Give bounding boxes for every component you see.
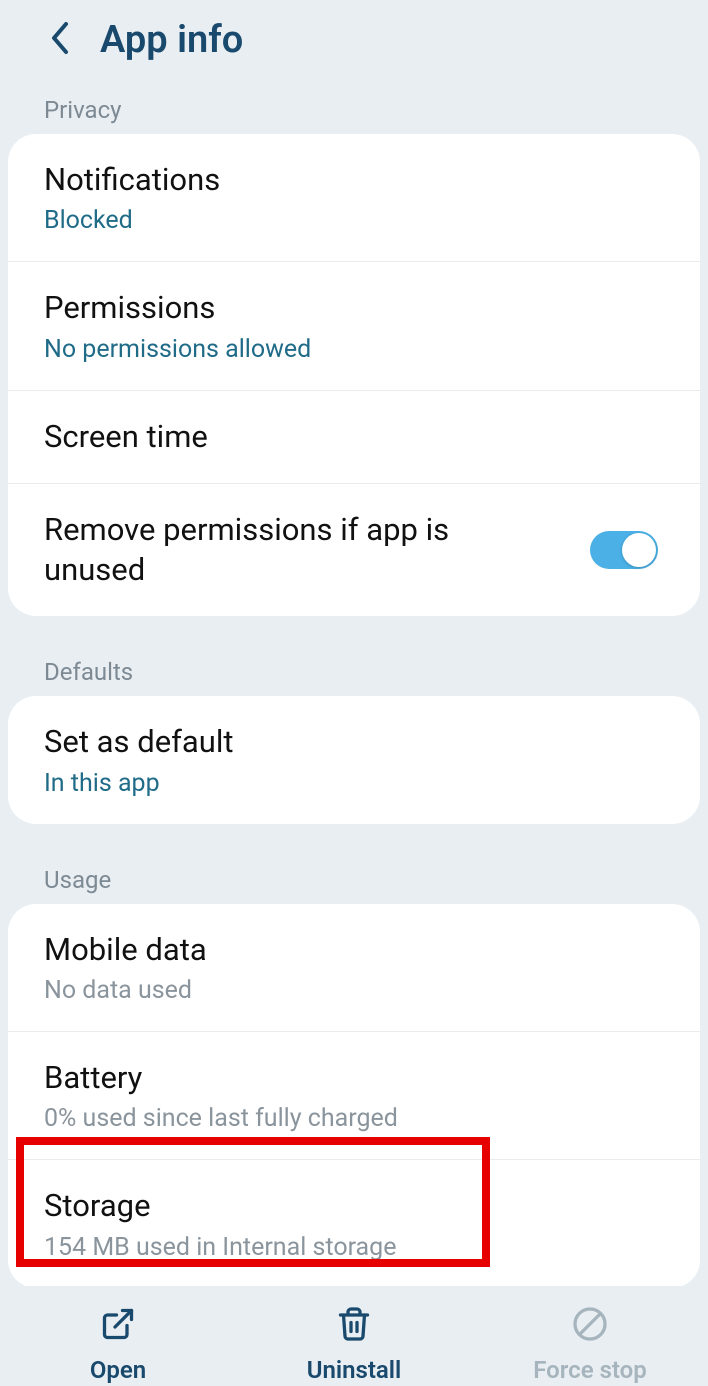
- section-header-defaults: Defaults: [0, 642, 708, 696]
- section-header-privacy: Privacy: [0, 80, 708, 134]
- setdefault-row[interactable]: Set as default In this app: [8, 696, 700, 823]
- screentime-title: Screen time: [44, 417, 208, 457]
- uninstall-button[interactable]: Uninstall: [237, 1306, 471, 1384]
- forcestop-label: Force stop: [533, 1356, 647, 1384]
- privacy-card: Notifications Blocked Permissions No per…: [8, 134, 700, 616]
- app-info-header: App info: [0, 0, 708, 80]
- trash-icon: [336, 1306, 372, 1346]
- permissions-sub: No permissions allowed: [44, 335, 311, 364]
- defaults-card: Set as default In this app: [8, 696, 700, 823]
- storage-sub: 154 MB used in Internal storage: [44, 1233, 396, 1262]
- notifications-title: Notifications: [44, 160, 220, 200]
- battery-sub: 0% used since last fully charged: [44, 1104, 398, 1133]
- open-button[interactable]: Open: [1, 1306, 235, 1384]
- permissions-title: Permissions: [44, 288, 311, 328]
- mobiledata-title: Mobile data: [44, 930, 207, 970]
- battery-title: Battery: [44, 1058, 398, 1098]
- page-title: App info: [100, 18, 243, 62]
- remove-perms-toggle[interactable]: [590, 531, 658, 569]
- open-label: Open: [90, 1356, 146, 1384]
- screentime-row[interactable]: Screen time: [8, 390, 700, 483]
- stop-icon: [572, 1306, 608, 1346]
- permissions-row[interactable]: Permissions No permissions allowed: [8, 261, 700, 389]
- remove-perms-title: Remove permissions if app is unused: [44, 510, 544, 591]
- storage-title: Storage: [44, 1186, 396, 1226]
- section-header-usage: Usage: [0, 850, 708, 904]
- forcestop-button: Force stop: [473, 1306, 707, 1384]
- notifications-row[interactable]: Notifications Blocked: [8, 134, 700, 261]
- battery-row[interactable]: Battery 0% used since last fully charged: [8, 1031, 700, 1159]
- open-icon: [100, 1306, 136, 1346]
- remove-perms-row[interactable]: Remove permissions if app is unused: [8, 483, 700, 617]
- mobiledata-row[interactable]: Mobile data No data used: [8, 904, 700, 1031]
- storage-row[interactable]: Storage 154 MB used in Internal storage: [8, 1159, 700, 1287]
- uninstall-label: Uninstall: [307, 1356, 402, 1384]
- usage-card: Mobile data No data used Battery 0% used…: [8, 904, 700, 1288]
- mobiledata-sub: No data used: [44, 976, 207, 1005]
- toggle-knob: [622, 533, 656, 567]
- setdefault-title: Set as default: [44, 722, 234, 762]
- setdefault-sub: In this app: [44, 769, 234, 798]
- back-icon[interactable]: [48, 20, 70, 60]
- notifications-sub: Blocked: [44, 206, 220, 235]
- bottom-action-bar: Open Uninstall Force stop: [0, 1286, 708, 1386]
